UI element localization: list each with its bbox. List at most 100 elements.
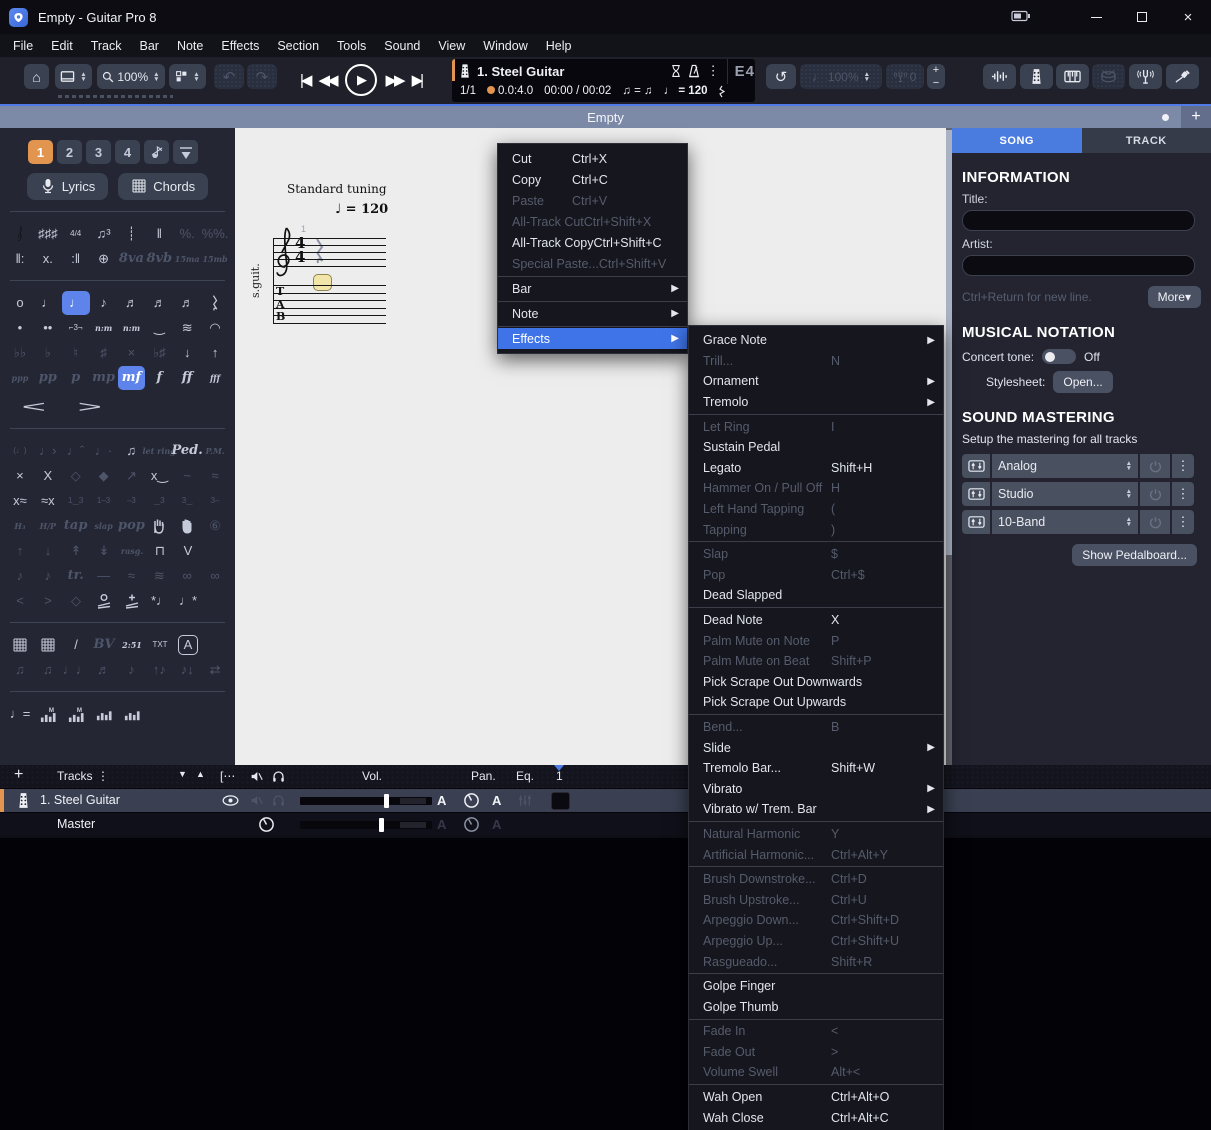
tie-button[interactable]: ‿ xyxy=(145,316,173,340)
sixteenth-note-button[interactable]: ♬ xyxy=(118,291,146,315)
drums-button[interactable] xyxy=(1092,64,1125,89)
menu-item-dead-note[interactable]: Dead Note X xyxy=(689,610,943,631)
menu-item-all-track-copy[interactable]: All-Track Copy Ctrl+Shift+C xyxy=(498,232,687,253)
wide-vibrato-trem-button[interactable]: ∞ xyxy=(201,564,229,588)
menu-item-left-hand-tapping[interactable]: Left Hand Tapping( xyxy=(689,499,943,520)
clef-icon[interactable] xyxy=(6,222,34,246)
beat-cursor[interactable] xyxy=(313,274,332,291)
menu-item-hammer-on-pull-off[interactable]: Hammer On / Pull Off H xyxy=(689,478,943,499)
transpose-down-button[interactable]: ↓ xyxy=(173,341,201,365)
coda-icon[interactable]: ⊕ xyxy=(90,247,118,271)
wide-vibrato-button[interactable]: ≈ xyxy=(201,464,229,488)
brush-down-button[interactable]: ↓ xyxy=(34,539,62,563)
chord-diagram-button[interactable] xyxy=(6,633,34,657)
menu-sound[interactable]: Sound xyxy=(375,36,429,56)
stem-auto-button[interactable]: ♪ xyxy=(118,658,146,682)
double-simile-icon[interactable]: %%. xyxy=(201,222,229,246)
page-view-button[interactable]: ▲ ▼ xyxy=(55,64,92,89)
dynamic-f[interactable]: f xyxy=(145,366,173,390)
crescendo-button[interactable]: < xyxy=(6,395,62,419)
volume-slider-handle[interactable] xyxy=(384,794,390,808)
voice-2-button[interactable]: 2 xyxy=(57,140,82,164)
menu-item-wah-close[interactable]: Wah Close Ctrl+Alt+C xyxy=(689,1107,943,1128)
mastering-power-button[interactable] xyxy=(1140,510,1170,534)
key-signature-icon[interactable]: ♯♯♯ xyxy=(34,222,62,246)
timer-button[interactable]: 2:51 xyxy=(118,633,146,657)
relative-speed-control[interactable]: ♩ 100% ▲ ▼ xyxy=(800,64,882,89)
zoom-slider[interactable] xyxy=(58,95,173,98)
menu-item-effects[interactable]: Effects ▶ xyxy=(498,328,687,349)
menu-item-trill[interactable]: Trill... N xyxy=(689,351,943,372)
simile-mark-icon[interactable]: %. xyxy=(173,222,201,246)
repeat-close-icon[interactable]: :‖ xyxy=(62,247,90,271)
half-note-button[interactable]: ♩ xyxy=(34,291,62,315)
mastering-preset-select[interactable]: Analog ▲ ▼ xyxy=(992,454,1138,478)
mastering-menu-button[interactable]: ⋮ xyxy=(1172,510,1194,534)
dynamic-mf[interactable]: mf xyxy=(117,365,146,390)
more-button[interactable]: More▾ xyxy=(1147,286,1201,308)
pop-button[interactable]: pop xyxy=(118,514,146,538)
wah-close-button[interactable] xyxy=(118,589,146,613)
pan-knob[interactable] xyxy=(463,792,480,812)
tremolo-bar-dip-button[interactable]: ≈ xyxy=(118,564,146,588)
fade-out-button[interactable]: > xyxy=(34,589,62,613)
menu-item-golpe-thumb[interactable]: Golpe Thumb xyxy=(689,996,943,1017)
master-gain-knob[interactable] xyxy=(258,816,275,836)
menu-item-vibrato[interactable]: Vibrato ▶ xyxy=(689,778,943,799)
menu-item-ornament[interactable]: Ornament ▶ xyxy=(689,371,943,392)
grace-before-beat-button[interactable]: ♪ xyxy=(6,564,34,588)
menu-item-paste[interactable]: Paste Ctrl+V xyxy=(498,190,687,211)
menu-item-special-paste[interactable]: Special Paste... Ctrl+Shift+V xyxy=(498,253,687,274)
menu-item-slide[interactable]: Slide ▶ xyxy=(689,737,943,758)
add-track-button[interactable]: + xyxy=(14,766,23,784)
track-color-swatch[interactable] xyxy=(551,792,570,810)
menu-item-brush-downstroke[interactable]: Brush Downstroke... Ctrl+D xyxy=(689,869,943,890)
menu-item-slap[interactable]: Slap $ xyxy=(689,544,943,565)
slide-legato-button[interactable]: 1–3 xyxy=(90,489,118,513)
quindicesima-alta-icon[interactable]: 15ma xyxy=(173,247,201,271)
current-track-name[interactable]: 1. Steel Guitar xyxy=(477,64,564,79)
hammer-on-button[interactable]: H₃ xyxy=(6,514,34,538)
pan-automation-button[interactable] xyxy=(118,702,146,726)
mastering-preset-select[interactable]: 10-Band ▲ ▼ xyxy=(992,510,1138,534)
minimize-button[interactable] xyxy=(1073,0,1119,34)
menu-item-palm-mute-on-beat[interactable]: Palm Mute on Beat Shift+P xyxy=(689,651,943,672)
decrescendo-button[interactable]: > xyxy=(62,395,118,419)
menu-item-pick-scrape-out-upwards[interactable]: Pick Scrape Out Upwards xyxy=(689,692,943,713)
hammer-pull-button[interactable]: H/P xyxy=(34,514,62,538)
menu-item-cut[interactable]: Cut Ctrl+X xyxy=(498,148,687,169)
let-ring-button[interactable]: ≋ xyxy=(173,316,201,340)
track-eq-icon[interactable] xyxy=(518,794,532,810)
slide-in-below-button[interactable]: 3‿ xyxy=(173,489,201,513)
bar-1-marker[interactable]: 1 xyxy=(556,769,563,783)
title-input[interactable] xyxy=(962,210,1195,231)
mastering-power-button[interactable] xyxy=(1140,454,1170,478)
keyboard-button[interactable] xyxy=(1056,64,1089,89)
natural-button[interactable]: ♮ xyxy=(62,341,90,365)
section-marker-button[interactable]: A xyxy=(178,634,198,655)
menu-item-natural-harmonic[interactable]: Natural Harmonic Y xyxy=(689,824,943,845)
new-tab-button[interactable]: + xyxy=(1181,106,1211,128)
tracks-menu-button[interactable]: ⋮ xyxy=(97,769,109,783)
scrape-out-up-button[interactable]: x≈ xyxy=(6,489,34,513)
menu-item-volume-swell[interactable]: Volume Swell Alt+< xyxy=(689,1062,943,1083)
mute-all-icon[interactable] xyxy=(250,770,263,783)
scrape-out-down-button[interactable]: ≈x xyxy=(34,489,62,513)
artificial-harmonic-button[interactable]: ◆ xyxy=(90,464,118,488)
nm-tuplet-box-button[interactable]: n:m xyxy=(118,316,146,340)
menu-effects[interactable]: Effects xyxy=(212,36,268,56)
thirtysecond-note-button[interactable]: ♬ xyxy=(145,291,173,315)
dynamic-ppp[interactable]: ppp xyxy=(6,366,34,390)
loop-range[interactable]: 0.0:4.0 xyxy=(487,85,533,97)
menu-item-copy[interactable]: Copy Ctrl+C xyxy=(498,169,687,190)
volume-automation-letter[interactable]: A xyxy=(437,817,446,832)
mastering-power-button[interactable] xyxy=(1140,482,1170,506)
line-in-button[interactable] xyxy=(1166,64,1199,89)
volume-slider[interactable] xyxy=(300,818,432,832)
beam-join-button[interactable]: ♫ xyxy=(34,658,62,682)
right-hand-tapping-button[interactable] xyxy=(173,514,201,538)
tab-song[interactable]: SONG xyxy=(952,128,1082,153)
menu-item-pick-scrape-out-downwards[interactable]: Pick Scrape Out Downwards xyxy=(689,672,943,693)
menu-item-tapping[interactable]: Tapping) xyxy=(689,519,943,540)
track-row-1-steel-guitar[interactable]: 1. Steel Guitar A A xyxy=(0,788,1211,813)
